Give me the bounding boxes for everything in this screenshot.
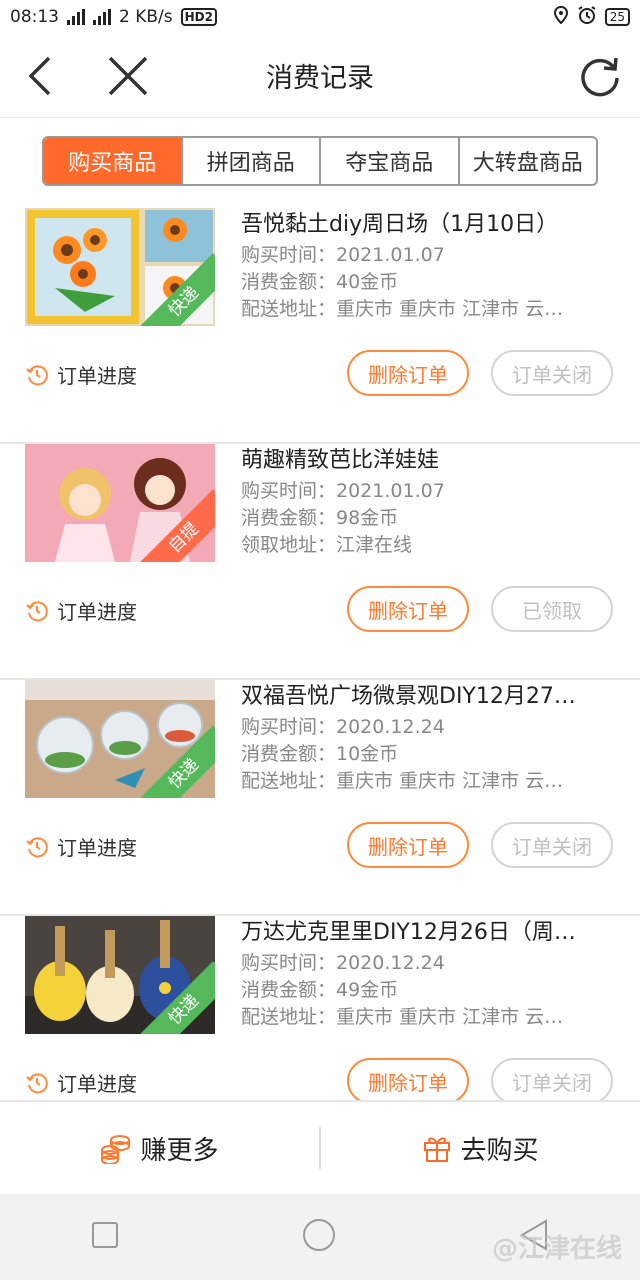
category-tabs: 购买商品 拼团商品 夺宝商品 大转盘商品 xyxy=(42,136,598,186)
order-progress-label: 订单进度 xyxy=(57,1072,137,1096)
close-icon xyxy=(108,56,148,95)
address: 配送地址：重庆市 重庆市 江津市 云… xyxy=(241,770,564,792)
nav-bar: 消费记录 xyxy=(0,34,640,118)
address: 领取地址：江津在线 xyxy=(241,534,413,556)
order-state-button: 订单关闭 xyxy=(491,1058,613,1104)
order-info: 双福吾悦广场微景观DIY12月27… 购买时间：2020.12.24 消费金额：… xyxy=(241,680,610,795)
order-info: 吾悦黏土diy周日场（1月10日） 购买时间：2021.01.07 消费金额：4… xyxy=(241,208,610,323)
go-buy-button[interactable]: 去购买 xyxy=(321,1130,640,1167)
recent-apps-button[interactable] xyxy=(91,1221,119,1253)
gift-icon xyxy=(424,1137,451,1162)
circle-icon xyxy=(302,1219,335,1251)
bottom-action-bar: 赚更多 去购买 xyxy=(0,1100,640,1194)
order-list: 快递 吾悦黏土diy周日场（1月10日） 购买时间：2021.01.07 消费金… xyxy=(0,208,640,1152)
hd-icon: HD2 xyxy=(180,8,217,26)
purchase-time: 购买时间：2021.01.07 xyxy=(241,480,445,502)
order-item: 快递 双福吾悦广场微景观DIY12月27… 购买时间：2020.12.24 消费… xyxy=(0,680,640,916)
order-info: 萌趣精致芭比洋娃娃 购买时间：2021.01.07 消费金额：98金币 领取地址… xyxy=(241,444,610,559)
product-title[interactable]: 万达尤克里里DIY12月26日（周… xyxy=(241,916,610,950)
amount: 消费金额：10金币 xyxy=(241,743,399,765)
refresh-button[interactable] xyxy=(578,54,622,98)
product-image[interactable]: 快递 xyxy=(25,680,215,798)
product-title[interactable]: 吾悦黏土diy周日场（1月10日） xyxy=(241,208,610,242)
earn-more-button[interactable]: 赚更多 xyxy=(0,1130,319,1167)
purchase-time: 购买时间：2020.12.24 xyxy=(241,716,445,738)
product-title[interactable]: 萌趣精致芭比洋娃娃 xyxy=(241,444,610,478)
amount: 消费金额：98金币 xyxy=(241,507,399,529)
status-right: 25 xyxy=(553,5,630,29)
coins-icon xyxy=(101,1135,131,1164)
order-info: 万达尤克里里DIY12月26日（周… 购买时间：2020.12.24 消费金额：… xyxy=(241,916,610,1031)
nav-left xyxy=(18,54,150,98)
signal-icon xyxy=(67,9,85,25)
product-image[interactable]: 自提 xyxy=(25,444,215,562)
order-state-button: 已领取 xyxy=(491,586,613,632)
status-time: 08:13 xyxy=(10,7,59,27)
delete-order-button[interactable]: 删除订单 xyxy=(347,586,469,632)
tab-purchase[interactable]: 购买商品 xyxy=(44,138,181,184)
square-icon xyxy=(92,1222,119,1248)
refresh-icon xyxy=(581,57,619,96)
order-state-button: 订单关闭 xyxy=(491,822,613,868)
close-button[interactable] xyxy=(106,54,150,98)
amount: 消费金额：49金币 xyxy=(241,979,399,1001)
status-left: 08:13 2 KB/s HD2 xyxy=(10,7,217,27)
watermark: @江津在线 xyxy=(491,1234,622,1264)
clock-history-icon xyxy=(26,1072,48,1093)
order-item: 快递 吾悦黏土diy周日场（1月10日） 购买时间：2021.01.07 消费金… xyxy=(0,208,640,444)
order-progress-link[interactable]: 订单进度 xyxy=(25,1068,137,1097)
home-button[interactable] xyxy=(302,1218,336,1256)
go-buy-label: 去购买 xyxy=(460,1135,539,1166)
amount: 消费金额：40金币 xyxy=(241,271,399,293)
order-progress-link[interactable]: 订单进度 xyxy=(25,360,137,389)
product-image[interactable]: 快递 xyxy=(25,916,215,1034)
address: 配送地址：重庆市 重庆市 江津市 云… xyxy=(241,298,564,320)
purchase-time: 购买时间：2021.01.07 xyxy=(241,244,445,266)
order-item: 自提 萌趣精致芭比洋娃娃 购买时间：2021.01.07 消费金额：98金币 领… xyxy=(0,444,640,680)
alarm-icon xyxy=(577,5,597,29)
location-icon xyxy=(553,5,569,29)
address: 配送地址：重庆市 重庆市 江津市 云… xyxy=(241,1006,564,1028)
network-speed: 2 KB/s xyxy=(119,7,173,27)
back-button[interactable] xyxy=(18,54,62,98)
signal-icon-2 xyxy=(93,9,111,25)
purchase-time: 购买时间：2020.12.24 xyxy=(241,952,445,974)
order-state-button: 订单关闭 xyxy=(491,350,613,396)
order-progress-label: 订单进度 xyxy=(57,836,137,860)
tab-group-buy[interactable]: 拼团商品 xyxy=(180,138,320,184)
order-progress-link[interactable]: 订单进度 xyxy=(25,832,137,861)
tab-treasure[interactable]: 夺宝商品 xyxy=(319,138,458,184)
back-icon xyxy=(28,56,51,95)
tab-wheel[interactable]: 大转盘商品 xyxy=(457,138,597,184)
status-bar: 08:13 2 KB/s HD2 25 xyxy=(0,0,640,34)
order-progress-label: 订单进度 xyxy=(57,364,137,388)
clock-history-icon xyxy=(26,836,48,857)
product-title[interactable]: 双福吾悦广场微景观DIY12月27… xyxy=(241,680,610,714)
order-progress-link[interactable]: 订单进度 xyxy=(25,596,137,625)
delete-order-button[interactable]: 删除订单 xyxy=(347,350,469,396)
delete-order-button[interactable]: 删除订单 xyxy=(347,822,469,868)
battery-icon: 25 xyxy=(604,8,630,26)
clock-history-icon xyxy=(26,364,48,385)
earn-more-label: 赚更多 xyxy=(140,1135,219,1166)
delete-order-button[interactable]: 删除订单 xyxy=(347,1058,469,1104)
order-progress-label: 订单进度 xyxy=(57,600,137,624)
clock-history-icon xyxy=(26,600,48,621)
product-image[interactable]: 快递 xyxy=(25,208,215,326)
